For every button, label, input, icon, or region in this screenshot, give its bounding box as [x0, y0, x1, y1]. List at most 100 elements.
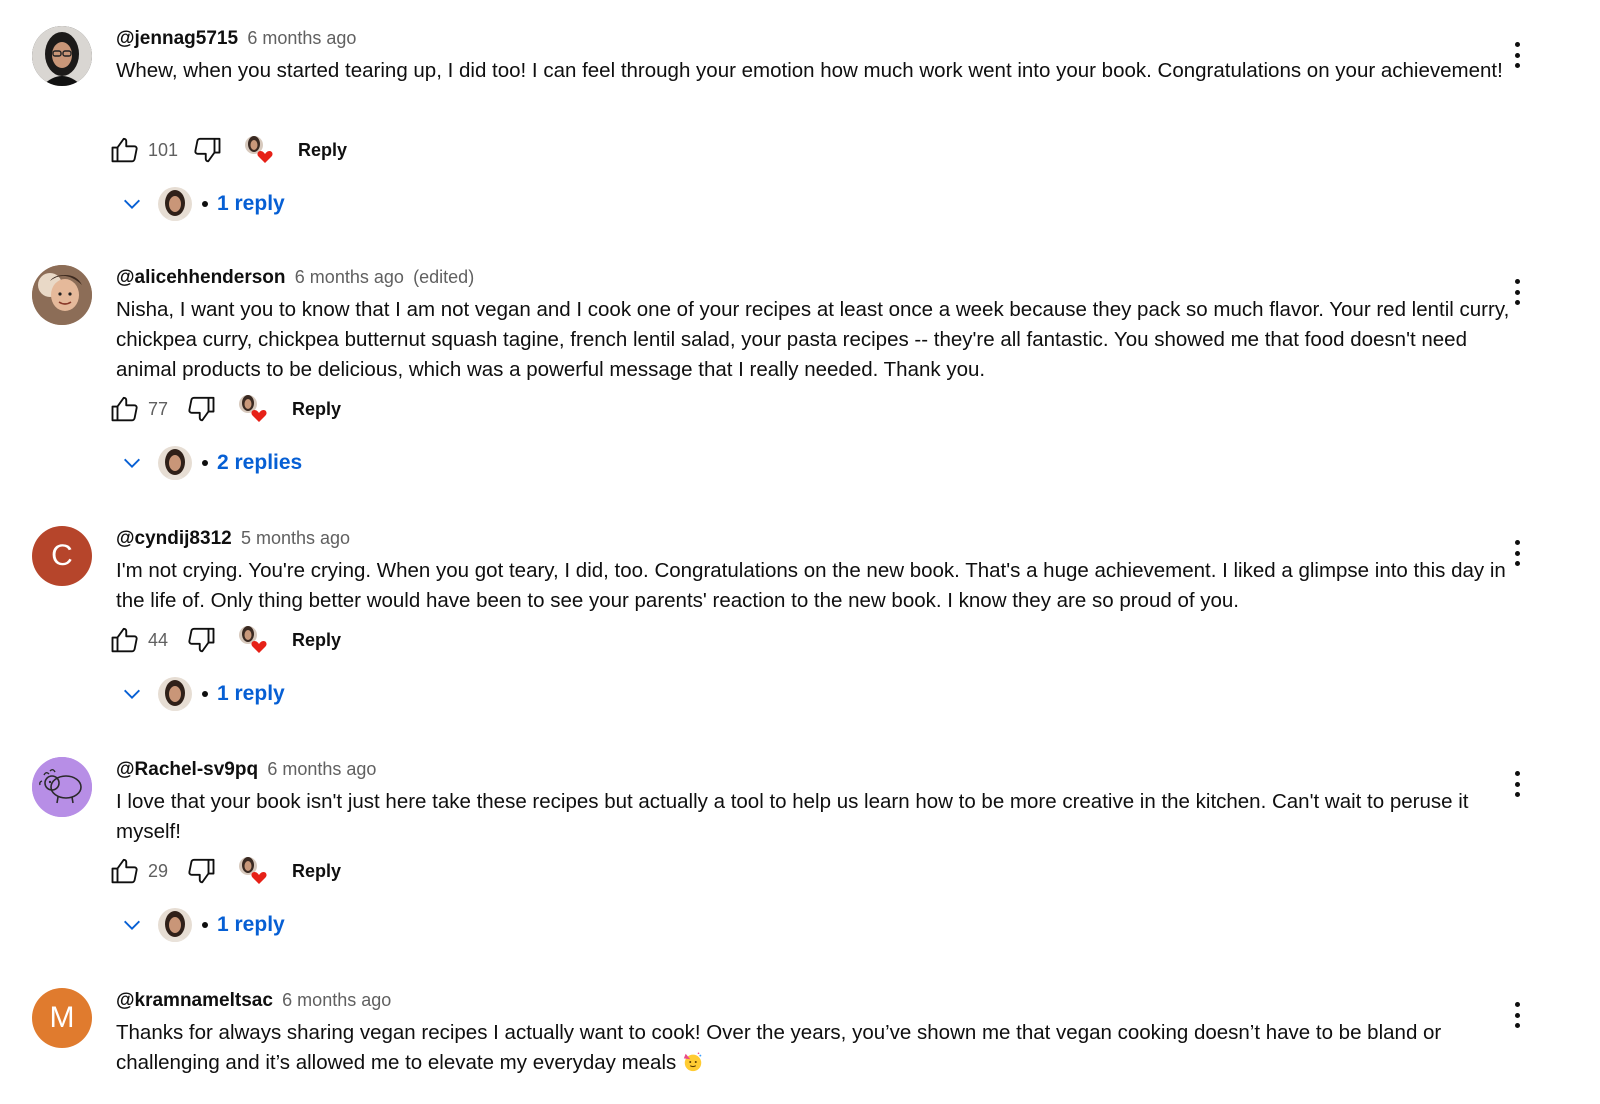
dislike-button[interactable] [184, 392, 218, 426]
more-options-button[interactable] [1502, 998, 1532, 1032]
more-dot-icon [1514, 792, 1520, 797]
chevron-down-icon [118, 449, 146, 477]
like-count: 77 [148, 398, 169, 419]
reply-button[interactable]: Reply [298, 140, 347, 161]
creator-avatar-icon [158, 446, 192, 480]
reply-count: 2 replies [217, 451, 303, 474]
like-button[interactable] [108, 392, 142, 426]
partying-face-emoji-icon [682, 1051, 704, 1073]
thumbs-up-icon [111, 858, 138, 884]
avatar[interactable]: M [32, 988, 92, 1048]
more-dot-icon [1514, 52, 1520, 58]
view-replies-button[interactable]: 1 reply [118, 184, 285, 224]
reply-button[interactable]: Reply [292, 861, 341, 882]
more-dot-icon [1514, 550, 1520, 556]
reply-button[interactable]: Reply [292, 399, 341, 420]
creator-avatar [158, 187, 192, 221]
edited-label: (edited) [413, 267, 475, 287]
more-dot-icon [1514, 279, 1520, 284]
thumbs-down-icon [194, 137, 221, 163]
author-name[interactable]: @kramnameltsac [116, 990, 273, 1011]
dislike-button[interactable] [184, 623, 218, 657]
like-button[interactable] [108, 623, 142, 657]
view-replies-button[interactable]: 2 replies [118, 443, 302, 483]
view-replies-button[interactable]: 1 reply [118, 674, 285, 714]
dislike-button[interactable] [184, 854, 218, 888]
thumbs-down-icon [188, 627, 215, 653]
comment-body: @kramnameltsac 6 months ago Thanks for a… [116, 988, 1516, 1078]
comment-actions: 101 Reply [108, 132, 347, 168]
comment-text: Whew, when you started tearing up, I did… [116, 59, 1503, 82]
comment-actions: 77 Reply [108, 391, 341, 427]
comment-time[interactable]: 6 months ago [267, 759, 376, 779]
avatar-letter: M [49, 1001, 75, 1034]
like-count: 29 [148, 860, 169, 881]
creator-avatar [158, 908, 192, 942]
comment-text: I love that your book isn't just here ta… [116, 790, 1469, 843]
avatar[interactable] [32, 757, 92, 817]
comment-time[interactable]: 6 months ago [247, 28, 356, 48]
creator-heart-badge [236, 392, 270, 426]
reply-button[interactable]: Reply [292, 630, 341, 651]
like-count: 44 [148, 629, 169, 650]
view-replies-button[interactable]: 1 reply [118, 905, 285, 945]
more-options-button[interactable] [1502, 536, 1532, 570]
comment-text: I'm not crying. You're crying. When you … [116, 559, 1506, 612]
more-dot-icon [1514, 1012, 1520, 1018]
reply-count: 1 reply [217, 682, 285, 705]
comment-header: @alicehhenderson 6 months ago (edited) [116, 265, 1516, 289]
reply-count: 1 reply [217, 192, 285, 215]
avatar-photo-icon [32, 26, 92, 86]
avatar-photo-icon [32, 265, 92, 325]
comment-body: @Rachel-sv9pq 6 months ago I love that y… [116, 757, 1516, 847]
creator-avatar [158, 446, 192, 480]
comment-text: Nisha, I want you to know that I am not … [116, 298, 1510, 381]
comment-body: @alicehhenderson 6 months ago (edited) N… [116, 265, 1516, 385]
more-options-button[interactable] [1502, 38, 1532, 72]
comment-actions: 44 Reply [108, 622, 341, 658]
more-dot-icon [1514, 781, 1520, 787]
thumbs-down-icon [188, 858, 215, 884]
like-button[interactable] [108, 133, 142, 167]
comment-text-container: Thanks for always sharing vegan recipes … [116, 1018, 1516, 1078]
more-dot-icon [1514, 561, 1520, 566]
like-button[interactable] [108, 854, 142, 888]
chevron-down-icon [118, 911, 146, 939]
comment-header: @cyndij8312 5 months ago [116, 526, 1516, 550]
comment-header: @kramnameltsac 6 months ago [116, 988, 1516, 1012]
avatar[interactable]: C [32, 526, 92, 586]
more-dot-icon [1514, 289, 1520, 295]
comment-time[interactable]: 5 months ago [241, 528, 350, 548]
like-count: 101 [148, 139, 179, 160]
comment-time[interactable]: 6 months ago [282, 990, 391, 1010]
doodle-avatar-icon [32, 757, 92, 817]
more-options-button[interactable] [1502, 275, 1532, 309]
comment-body: @cyndij8312 5 months ago I'm not crying.… [116, 526, 1516, 616]
comment-text: Thanks for always sharing vegan recipes … [116, 1021, 1442, 1074]
creator-heart-badge [236, 854, 270, 888]
thumbs-down-icon [188, 396, 215, 422]
creator-heart-icon [239, 395, 267, 422]
comment-body: @jennag5715 6 months ago Whew, when you … [116, 26, 1516, 86]
more-dot-icon [1514, 540, 1520, 545]
comment-time[interactable]: 6 months ago [295, 267, 404, 287]
creator-avatar [158, 677, 192, 711]
more-dot-icon [1514, 300, 1520, 305]
author-name[interactable]: @Rachel-sv9pq [116, 759, 258, 780]
more-options-button[interactable] [1502, 767, 1532, 801]
creator-heart-icon [239, 626, 267, 653]
comments-list: @jennag5715 6 months ago Whew, when you … [0, 0, 1600, 1104]
separator-dot [202, 922, 208, 928]
more-dot-icon [1514, 1023, 1520, 1028]
separator-dot [202, 691, 208, 697]
chevron-down-icon [118, 680, 146, 708]
avatar[interactable] [32, 26, 92, 86]
author-name[interactable]: @alicehhenderson [116, 267, 286, 288]
avatar[interactable] [32, 265, 92, 325]
author-name[interactable]: @cyndij8312 [116, 528, 232, 549]
dislike-button[interactable] [190, 133, 224, 167]
avatar-letter: C [51, 539, 73, 572]
thumbs-up-icon [111, 396, 138, 422]
author-name[interactable]: @jennag5715 [116, 28, 238, 49]
separator-dot [202, 460, 208, 466]
